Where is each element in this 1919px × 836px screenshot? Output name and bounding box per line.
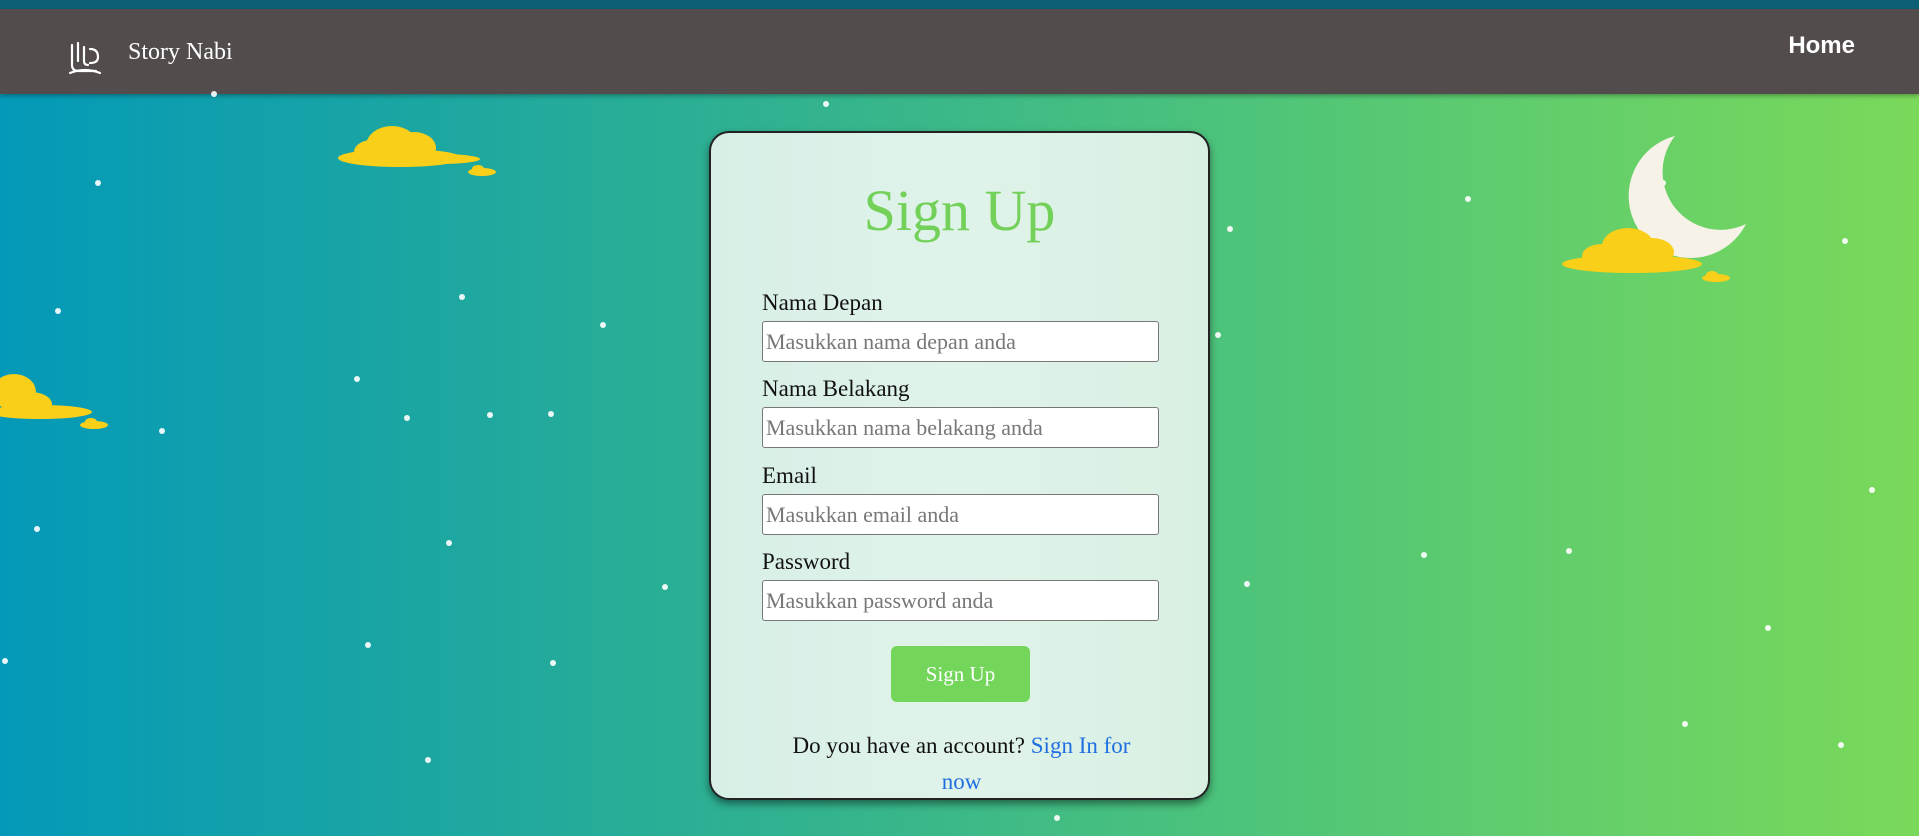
star <box>2 658 8 664</box>
star <box>1842 238 1848 244</box>
nav-home-link[interactable]: Home <box>1788 32 1855 60</box>
star <box>1215 332 1221 338</box>
star <box>1869 487 1875 493</box>
navbar: Story Nabi Home <box>0 9 1919 94</box>
arabic-calligraphy-logo-icon[interactable] <box>66 39 104 77</box>
star <box>1838 742 1844 748</box>
star <box>34 526 40 532</box>
email-label: Email <box>762 463 817 488</box>
star <box>823 101 829 107</box>
star <box>1244 581 1250 587</box>
star <box>365 642 371 648</box>
star <box>1566 548 1572 554</box>
star <box>354 376 360 382</box>
star <box>487 412 493 418</box>
star <box>1227 226 1233 232</box>
account-prompt-text: Do you have an account? <box>792 733 1031 758</box>
signup-card: Sign Up Nama Depan Nama Belakang Email P… <box>709 131 1210 800</box>
last-name-input[interactable] <box>762 407 1159 448</box>
star <box>95 180 101 186</box>
password-label: Password <box>762 549 851 574</box>
star <box>1682 721 1688 727</box>
star <box>404 415 410 421</box>
star <box>1765 625 1771 631</box>
signup-button[interactable]: Sign Up <box>891 646 1030 702</box>
first-name-label: Nama Depan <box>762 290 883 315</box>
brand-title[interactable]: Story Nabi <box>128 39 233 66</box>
star <box>600 322 606 328</box>
password-input[interactable] <box>762 580 1159 621</box>
cloud-icon <box>0 374 108 429</box>
account-prompt: Do you have an account? Sign In for now <box>771 728 1152 800</box>
top-accent-line <box>0 0 1919 9</box>
cloud-icon <box>1562 228 1730 282</box>
star <box>548 411 554 417</box>
star <box>55 308 61 314</box>
star <box>425 757 431 763</box>
page-title: Sign Up <box>863 178 1056 243</box>
star <box>211 91 217 97</box>
first-name-input[interactable] <box>762 321 1159 362</box>
last-name-label: Nama Belakang <box>762 376 910 401</box>
star <box>446 540 452 546</box>
email-input[interactable] <box>762 494 1159 535</box>
star <box>550 660 556 666</box>
star <box>1421 552 1427 558</box>
cloud-icon <box>338 126 496 176</box>
star <box>459 294 465 300</box>
star <box>1054 815 1060 821</box>
star <box>662 584 668 590</box>
star <box>159 428 165 434</box>
star <box>1465 196 1471 202</box>
